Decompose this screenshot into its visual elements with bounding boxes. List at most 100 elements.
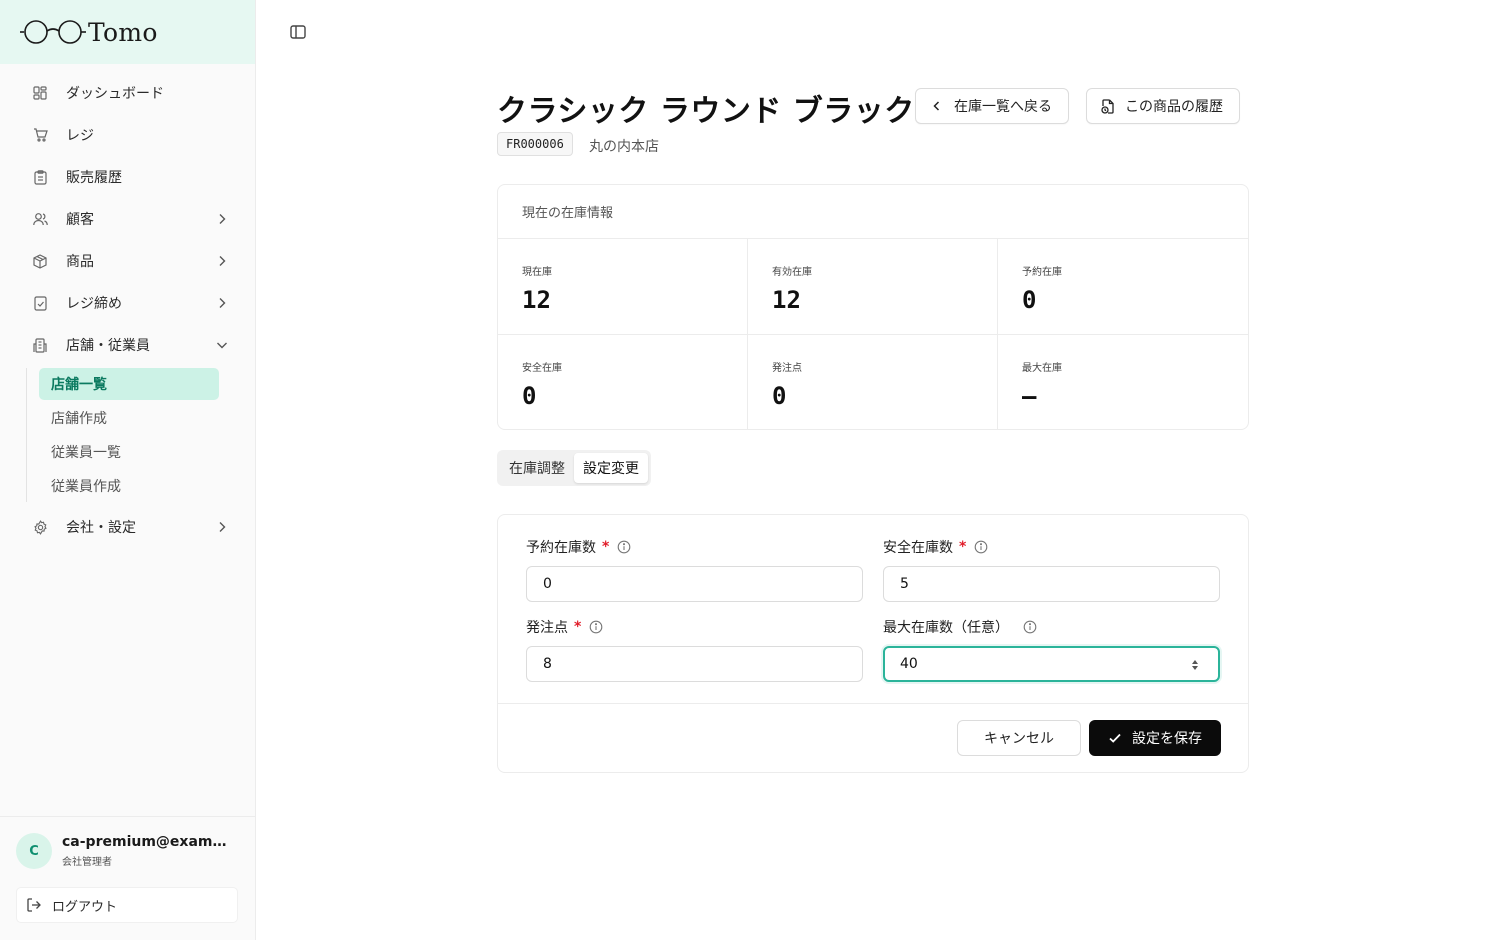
stat-label: 発注点	[772, 363, 802, 374]
sidebar-item-label: レジ締め	[66, 296, 122, 312]
chevron-right-icon	[214, 253, 230, 269]
reorder-point-input[interactable]	[526, 646, 863, 682]
required-mark: *	[574, 619, 582, 635]
sidebar-subitem-staff-create[interactable]: 従業員作成	[39, 470, 219, 502]
cancel-button[interactable]: キャンセル	[957, 720, 1081, 756]
info-icon[interactable]	[1023, 620, 1037, 634]
info-icon[interactable]	[589, 620, 603, 634]
form-divider	[498, 703, 1248, 704]
gear-icon	[32, 519, 48, 535]
receipt-clipboard-icon	[32, 169, 48, 185]
stat-label: 安全在庫	[522, 363, 562, 374]
file-history-icon	[1101, 98, 1115, 114]
tab-list: 在庫調整 設定変更	[497, 450, 651, 486]
page-title: クラシック ラウンド ブラック	[497, 94, 915, 129]
sidebar-item-sales-history[interactable]: 販売履歴	[0, 156, 255, 198]
safety-stock-input[interactable]	[883, 566, 1220, 602]
stat-label: 有効在庫	[772, 267, 812, 278]
logout-button[interactable]: ログアウト	[16, 887, 238, 923]
stat-value: —	[1022, 382, 1037, 410]
sidebar-item-register[interactable]: レジ	[0, 114, 255, 156]
sidebar-item-label: ダッシュボード	[66, 86, 164, 102]
user-role: 会社管理者	[62, 857, 112, 868]
stat-reserved-stock: 予約在庫 0	[998, 239, 1248, 335]
stores-staff-submenu: 店舗一覧 店舗作成 従業員一覧 従業員作成	[26, 368, 255, 502]
stat-max-stock: 最大在庫 —	[998, 335, 1248, 429]
brand-name: Tomo	[88, 17, 158, 47]
stat-value: 0	[522, 382, 537, 410]
info-icon[interactable]	[974, 540, 988, 554]
reserved-stock-input[interactable]	[526, 566, 863, 602]
stat-reorder-point: 発注点 0	[748, 335, 998, 429]
stat-value: 0	[1022, 286, 1037, 314]
sidebar-item-register-close[interactable]: レジ締め	[0, 282, 255, 324]
sidebar-item-label: 会社・設定	[66, 520, 136, 536]
glasses-logo-icon	[20, 19, 86, 45]
product-history-button[interactable]: この商品の履歴	[1086, 88, 1240, 124]
tab-stock-adjustment[interactable]: 在庫調整	[500, 453, 574, 483]
logout-label: ログアウト	[52, 899, 118, 915]
chevron-right-icon	[214, 519, 230, 535]
logout-icon	[26, 897, 42, 913]
store-name: 丸の内本店	[589, 139, 659, 155]
reorder-point-field: 発注点 *	[526, 617, 863, 682]
save-button-label: 設定を保存	[1132, 731, 1202, 747]
stat-label: 最大在庫	[1022, 363, 1062, 374]
sidebar-item-products[interactable]: 商品	[0, 240, 255, 282]
dashboard-grid-icon	[32, 85, 48, 101]
required-mark: *	[959, 539, 967, 555]
user-panel: C ca-premium@example.com 会社管理者 ログアウト	[0, 816, 255, 940]
stat-value: 12	[772, 286, 801, 314]
history-button-label: この商品の履歴	[1125, 99, 1223, 115]
sidebar-item-company-settings[interactable]: 会社・設定	[0, 506, 255, 548]
box-icon	[32, 253, 48, 269]
reserved-stock-field: 予約在庫数 *	[526, 537, 863, 602]
card-title: 現在の在庫情報	[498, 185, 1248, 239]
field-label: 安全在庫数	[883, 540, 953, 556]
sidebar-item-label: 商品	[66, 254, 94, 270]
stat-available-stock: 有効在庫 12	[748, 239, 998, 335]
sidebar-item-customers[interactable]: 顧客	[0, 198, 255, 240]
number-spinner-icon[interactable]	[1190, 657, 1200, 671]
back-button-label: 在庫一覧へ戻る	[954, 99, 1052, 115]
required-mark: *	[602, 539, 610, 555]
info-icon[interactable]	[617, 540, 631, 554]
stat-current-stock: 現在庫 12	[498, 239, 748, 335]
inventory-summary-card: 現在の在庫情報 現在庫 12 有効在庫 12 予約在庫 0 安全在庫 0 発注点…	[497, 184, 1249, 430]
stat-value: 0	[772, 382, 787, 410]
max-stock-field: 最大在庫数（任意）	[883, 617, 1220, 682]
sidebar-subitem-staff-list[interactable]: 従業員一覧	[39, 436, 219, 468]
chevron-right-icon	[214, 295, 230, 311]
stat-value: 12	[522, 286, 551, 314]
sidebar-item-label: 顧客	[66, 212, 94, 228]
stat-label: 現在庫	[522, 267, 552, 278]
sidebar-subitem-store-list[interactable]: 店舗一覧	[39, 368, 219, 400]
sku-badge: FR000006	[497, 132, 573, 156]
max-stock-input[interactable]	[883, 646, 1220, 682]
sidebar-item-dashboard[interactable]: ダッシュボード	[0, 72, 255, 114]
sidebar-item-stores-staff[interactable]: 店舗・従業員	[0, 324, 255, 366]
back-to-inventory-button[interactable]: 在庫一覧へ戻る	[915, 88, 1069, 124]
chevron-down-icon	[214, 337, 230, 353]
sidebar-item-label: レジ	[66, 128, 94, 144]
field-label: 最大在庫数（任意）	[883, 620, 1009, 636]
user-email: ca-premium@example.com	[62, 834, 236, 850]
check-icon	[1108, 731, 1122, 745]
sidebar-item-label: 販売履歴	[66, 170, 122, 186]
sidebar-subitem-store-create[interactable]: 店舗作成	[39, 402, 219, 434]
field-label: 予約在庫数	[526, 540, 596, 556]
sidebar-toggle-button[interactable]	[288, 22, 308, 42]
user-profile[interactable]: C ca-premium@example.com 会社管理者	[16, 833, 236, 869]
building-icon	[32, 337, 48, 353]
save-settings-button[interactable]: 設定を保存	[1089, 720, 1221, 756]
stat-label: 予約在庫	[1022, 267, 1062, 278]
checklist-icon	[32, 295, 48, 311]
field-label: 発注点	[526, 620, 568, 636]
avatar: C	[16, 833, 52, 869]
cart-icon	[32, 127, 48, 143]
chevron-right-icon	[214, 211, 230, 227]
tab-settings[interactable]: 設定変更	[574, 453, 648, 483]
panel-left-icon	[290, 25, 306, 39]
sidebar: Tomo ダッシュボード レジ 販売履歴 顧客 商品 レジ締め 店舗・従業員 店…	[0, 0, 256, 940]
inventory-stats-grid: 現在庫 12 有効在庫 12 予約在庫 0 安全在庫 0 発注点 0 最大在庫 …	[498, 239, 1248, 429]
